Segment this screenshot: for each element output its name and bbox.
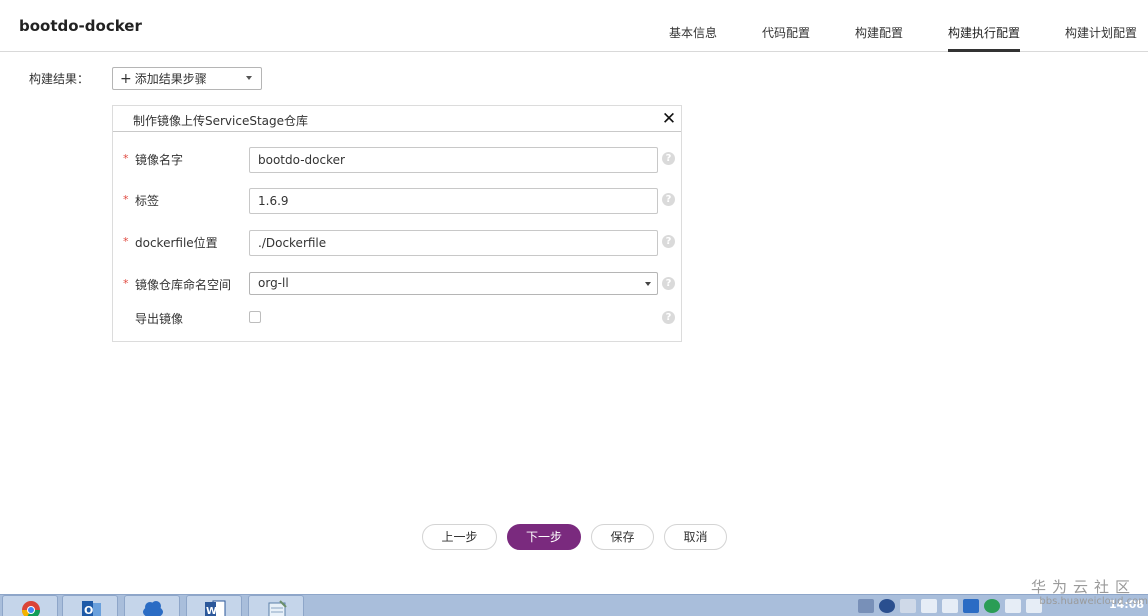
export-image-row: 导出镜像 ? [113,306,681,332]
tab-bar: 基本信息 代码配置 构建配置 构建执行配置 构建计划配置 [0,25,1148,52]
taskbar-app-word[interactable]: W [186,595,242,616]
display-icon[interactable] [1005,599,1021,613]
help-icon[interactable]: ? [662,193,675,206]
required-mark: * [123,152,129,165]
next-step-button[interactable]: 下一步 [507,524,581,550]
windows-taskbar: O W 14:08 [0,594,1148,616]
tag-row: * 标签 1.6.9 ? [113,188,681,214]
chrome-icon [21,601,40,616]
help-icon[interactable]: ? [662,277,675,290]
plus-icon: + [120,70,132,87]
cancel-button[interactable]: 取消 [664,524,727,550]
taskbar-app-chrome[interactable] [2,595,58,616]
image-name-row: * 镜像名字 bootdo-docker ? [113,147,681,173]
chevron-up-icon[interactable] [921,599,937,613]
keyboard-icon[interactable] [858,599,874,613]
tab-build-config[interactable]: 构建配置 [855,25,903,52]
panel-title: 制作镜像上传ServiceStage仓库 [133,114,309,128]
cloud-icon [143,601,163,616]
add-result-step-dropdown[interactable]: + 添加结果步骤 [112,67,262,90]
tag-label: 标签 [135,194,160,208]
header: bootdo-docker 基本信息 代码配置 构建配置 构建执行配置 构建计划… [0,0,1148,52]
outlook-icon: O [82,601,101,616]
network-icon[interactable] [900,599,916,613]
panel-header: 制作镜像上传ServiceStage仓库 ✕ [113,106,681,132]
image-upload-step-panel: 制作镜像上传ServiceStage仓库 ✕ * 镜像名字 bootdo-doc… [112,105,682,342]
taskbar-app-notepad[interactable] [248,595,304,616]
svg-text:O: O [84,604,93,616]
required-mark: * [123,277,129,290]
namespace-selected-value: org-ll [258,276,289,290]
notepad-icon [268,600,287,616]
taskbar-app-cloud[interactable] [124,595,180,616]
svg-text:W: W [206,606,217,616]
system-tray [858,597,1042,615]
taskbar-app-outlook[interactable]: O [62,595,118,616]
chevron-down-icon [246,76,252,80]
tab-code-config[interactable]: 代码配置 [762,25,810,52]
page: bootdo-docker 基本信息 代码配置 构建配置 构建执行配置 构建计划… [0,0,1148,616]
dockerfile-input[interactable]: ./Dockerfile [249,230,658,256]
sync-icon[interactable] [984,599,1000,613]
namespace-label: 镜像仓库命名空间 [135,278,232,292]
word-icon: W [205,600,226,616]
watermark-title: 华为云社区 [1030,578,1136,596]
tab-basic-info[interactable]: 基本信息 [669,25,717,52]
tab-build-execution-config[interactable]: 构建执行配置 [948,25,1021,52]
export-image-label: 导出镜像 [135,312,184,326]
tag-input[interactable]: 1.6.9 [249,188,658,214]
help-icon[interactable]: ? [662,311,675,324]
watermark-url: bbs.huaweicloud.com [1039,596,1148,607]
help-tray-icon[interactable] [879,599,895,613]
add-result-step-label: 添加结果步骤 [134,72,207,86]
chevron-down-icon [645,282,651,286]
usb-icon[interactable] [942,599,958,613]
dockerfile-row: * dockerfile位置 ./Dockerfile ? [113,230,681,256]
tab-build-schedule-config[interactable]: 构建计划配置 [1065,25,1137,52]
dockerfile-label: dockerfile位置 [135,236,218,250]
help-icon[interactable]: ? [662,152,675,165]
build-result-label: 构建结果： [29,72,90,86]
image-name-input[interactable]: bootdo-docker [249,147,658,173]
required-mark: * [123,235,129,248]
required-mark: * [123,193,129,206]
save-button[interactable]: 保存 [591,524,654,550]
image-name-label: 镜像名字 [135,153,184,167]
cloud-tray-icon[interactable] [963,599,979,613]
previous-step-button[interactable]: 上一步 [422,524,497,550]
namespace-select[interactable]: org-ll [249,272,658,295]
help-icon[interactable]: ? [662,235,675,248]
export-image-checkbox[interactable] [249,311,261,323]
namespace-row: * 镜像仓库命名空间 org-ll ? [113,272,681,298]
close-icon[interactable]: ✕ [661,110,677,128]
